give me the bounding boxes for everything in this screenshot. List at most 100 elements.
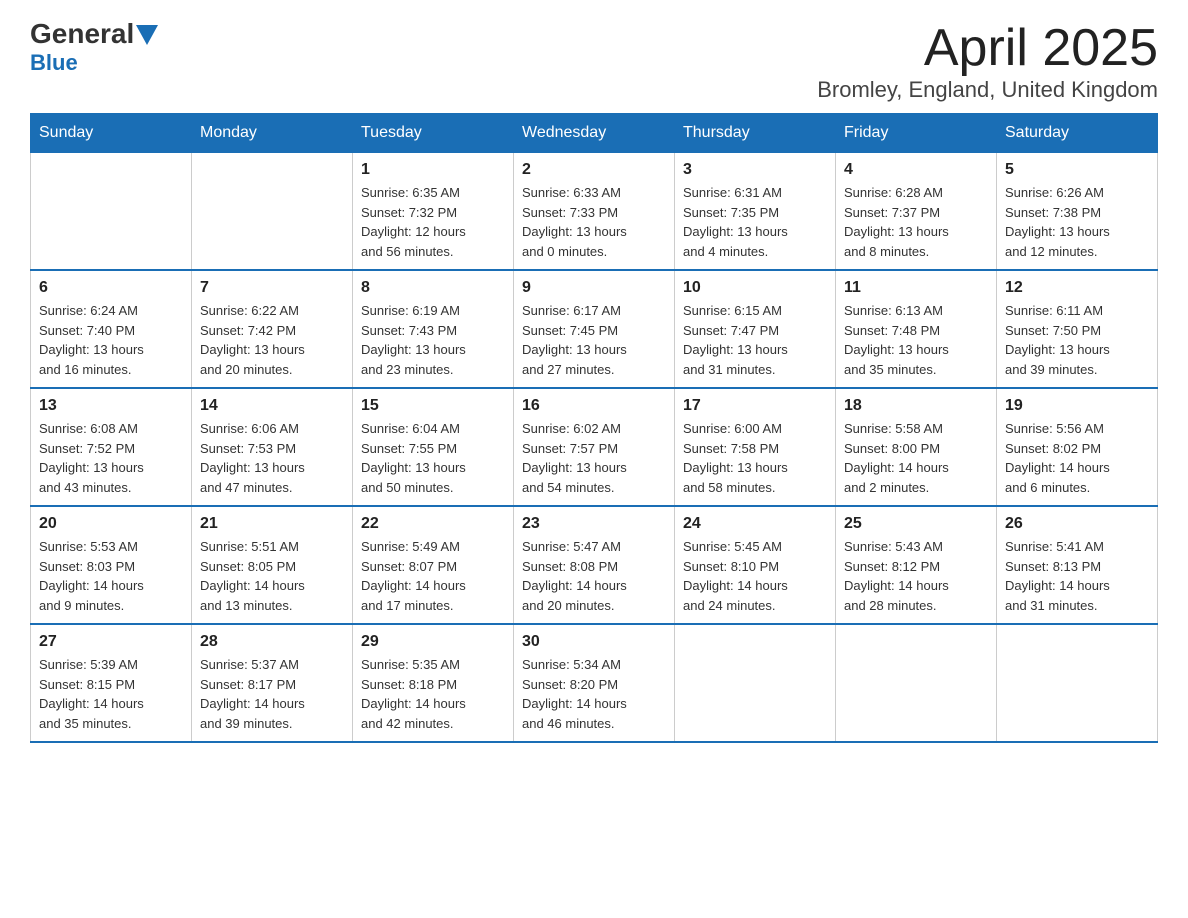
day-number: 27	[39, 633, 183, 651]
calendar-cell: 26 Sunrise: 5:41 AM Sunset: 8:13 PM Dayli…	[997, 506, 1158, 624]
day-number: 26	[1005, 515, 1149, 533]
day-info: Sunrise: 6:33 AM Sunset: 7:33 PM Dayligh…	[522, 183, 666, 261]
day-info: Sunrise: 5:58 AM Sunset: 8:00 PM Dayligh…	[844, 419, 988, 497]
calendar-cell: 12 Sunrise: 6:11 AM Sunset: 7:50 PM Dayli…	[997, 270, 1158, 388]
day-number: 5	[1005, 161, 1149, 179]
title-block: April 2025 Bromley, England, United King…	[817, 20, 1158, 103]
day-number: 10	[683, 279, 827, 297]
day-number: 21	[200, 515, 344, 533]
logo-triangle-icon	[136, 25, 158, 47]
day-number: 1	[361, 161, 505, 179]
day-number: 18	[844, 397, 988, 415]
day-info: Sunrise: 6:02 AM Sunset: 7:57 PM Dayligh…	[522, 419, 666, 497]
day-info: Sunrise: 5:41 AM Sunset: 8:13 PM Dayligh…	[1005, 537, 1149, 615]
day-info: Sunrise: 5:43 AM Sunset: 8:12 PM Dayligh…	[844, 537, 988, 615]
calendar-cell: 7 Sunrise: 6:22 AM Sunset: 7:42 PM Daylig…	[192, 270, 353, 388]
day-number: 12	[1005, 279, 1149, 297]
calendar-header: SundayMondayTuesdayWednesdayThursdayFrid…	[31, 114, 1158, 153]
calendar-cell: 15 Sunrise: 6:04 AM Sunset: 7:55 PM Dayli…	[353, 388, 514, 506]
calendar-cell: 13 Sunrise: 6:08 AM Sunset: 7:52 PM Dayli…	[31, 388, 192, 506]
day-number: 11	[844, 279, 988, 297]
day-info: Sunrise: 6:08 AM Sunset: 7:52 PM Dayligh…	[39, 419, 183, 497]
day-info: Sunrise: 6:35 AM Sunset: 7:32 PM Dayligh…	[361, 183, 505, 261]
day-info: Sunrise: 5:51 AM Sunset: 8:05 PM Dayligh…	[200, 537, 344, 615]
header-cell-friday: Friday	[836, 114, 997, 153]
calendar-cell: 21 Sunrise: 5:51 AM Sunset: 8:05 PM Dayli…	[192, 506, 353, 624]
day-info: Sunrise: 6:04 AM Sunset: 7:55 PM Dayligh…	[361, 419, 505, 497]
day-number: 17	[683, 397, 827, 415]
day-info: Sunrise: 5:47 AM Sunset: 8:08 PM Dayligh…	[522, 537, 666, 615]
day-info: Sunrise: 6:22 AM Sunset: 7:42 PM Dayligh…	[200, 301, 344, 379]
calendar-cell: 24Sunrise: 5:45 AM Sunset: 8:10 PM Dayli…	[675, 506, 836, 624]
day-number: 25	[844, 515, 988, 533]
day-info: Sunrise: 5:53 AM Sunset: 8:03 PM Dayligh…	[39, 537, 183, 615]
day-info: Sunrise: 6:00 AM Sunset: 7:58 PM Dayligh…	[683, 419, 827, 497]
calendar-cell	[675, 624, 836, 742]
calendar-cell: 18 Sunrise: 5:58 AM Sunset: 8:00 PM Dayli…	[836, 388, 997, 506]
day-info: Sunrise: 5:49 AM Sunset: 8:07 PM Dayligh…	[361, 537, 505, 615]
day-info: Sunrise: 6:26 AM Sunset: 7:38 PM Dayligh…	[1005, 183, 1149, 261]
calendar-cell: 4 Sunrise: 6:28 AM Sunset: 7:37 PM Daylig…	[836, 153, 997, 271]
day-number: 4	[844, 161, 988, 179]
header-cell-tuesday: Tuesday	[353, 114, 514, 153]
page-title: April 2025	[817, 20, 1158, 77]
calendar-cell	[997, 624, 1158, 742]
day-number: 13	[39, 397, 183, 415]
week-row-3: 13 Sunrise: 6:08 AM Sunset: 7:52 PM Dayli…	[31, 388, 1158, 506]
day-info: Sunrise: 6:06 AM Sunset: 7:53 PM Dayligh…	[200, 419, 344, 497]
day-number: 30	[522, 633, 666, 651]
calendar-body: 1 Sunrise: 6:35 AM Sunset: 7:32 PM Daylig…	[31, 153, 1158, 743]
calendar-cell: 30 Sunrise: 5:34 AM Sunset: 8:20 PM Dayli…	[514, 624, 675, 742]
calendar-cell: 2Sunrise: 6:33 AM Sunset: 7:33 PM Daylig…	[514, 153, 675, 271]
calendar-cell: 1 Sunrise: 6:35 AM Sunset: 7:32 PM Daylig…	[353, 153, 514, 271]
day-info: Sunrise: 5:37 AM Sunset: 8:17 PM Dayligh…	[200, 655, 344, 733]
day-info: Sunrise: 6:31 AM Sunset: 7:35 PM Dayligh…	[683, 183, 827, 261]
logo: General Blue	[30, 20, 158, 76]
week-row-1: 1 Sunrise: 6:35 AM Sunset: 7:32 PM Daylig…	[31, 153, 1158, 271]
day-number: 19	[1005, 397, 1149, 415]
day-info: Sunrise: 6:28 AM Sunset: 7:37 PM Dayligh…	[844, 183, 988, 261]
day-info: Sunrise: 6:17 AM Sunset: 7:45 PM Dayligh…	[522, 301, 666, 379]
day-number: 29	[361, 633, 505, 651]
day-number: 9	[522, 279, 666, 297]
day-info: Sunrise: 6:24 AM Sunset: 7:40 PM Dayligh…	[39, 301, 183, 379]
calendar-cell: 5 Sunrise: 6:26 AM Sunset: 7:38 PM Daylig…	[997, 153, 1158, 271]
day-number: 15	[361, 397, 505, 415]
header-cell-wednesday: Wednesday	[514, 114, 675, 153]
day-number: 8	[361, 279, 505, 297]
calendar-cell: 16Sunrise: 6:02 AM Sunset: 7:57 PM Dayli…	[514, 388, 675, 506]
calendar-cell	[192, 153, 353, 271]
calendar-cell: 10 Sunrise: 6:15 AM Sunset: 7:47 PM Dayli…	[675, 270, 836, 388]
calendar-cell	[31, 153, 192, 271]
header-cell-monday: Monday	[192, 114, 353, 153]
week-row-5: 27Sunrise: 5:39 AM Sunset: 8:15 PM Dayli…	[31, 624, 1158, 742]
day-info: Sunrise: 6:19 AM Sunset: 7:43 PM Dayligh…	[361, 301, 505, 379]
header-cell-saturday: Saturday	[997, 114, 1158, 153]
day-number: 20	[39, 515, 183, 533]
logo-line1: General	[30, 20, 158, 48]
calendar-cell: 28 Sunrise: 5:37 AM Sunset: 8:17 PM Dayli…	[192, 624, 353, 742]
day-number: 6	[39, 279, 183, 297]
day-number: 14	[200, 397, 344, 415]
calendar-cell: 14 Sunrise: 6:06 AM Sunset: 7:53 PM Dayli…	[192, 388, 353, 506]
calendar-cell: 20 Sunrise: 5:53 AM Sunset: 8:03 PM Dayli…	[31, 506, 192, 624]
calendar-cell: 6 Sunrise: 6:24 AM Sunset: 7:40 PM Daylig…	[31, 270, 192, 388]
header-cell-thursday: Thursday	[675, 114, 836, 153]
calendar-cell: 17 Sunrise: 6:00 AM Sunset: 7:58 PM Dayli…	[675, 388, 836, 506]
day-info: Sunrise: 5:45 AM Sunset: 8:10 PM Dayligh…	[683, 537, 827, 615]
calendar-cell: 3Sunrise: 6:31 AM Sunset: 7:35 PM Daylig…	[675, 153, 836, 271]
header-cell-sunday: Sunday	[31, 114, 192, 153]
day-number: 7	[200, 279, 344, 297]
calendar-cell: 19Sunrise: 5:56 AM Sunset: 8:02 PM Dayli…	[997, 388, 1158, 506]
week-row-2: 6 Sunrise: 6:24 AM Sunset: 7:40 PM Daylig…	[31, 270, 1158, 388]
day-info: Sunrise: 6:15 AM Sunset: 7:47 PM Dayligh…	[683, 301, 827, 379]
page-header: General Blue April 2025 Bromley, England…	[30, 20, 1158, 103]
day-number: 28	[200, 633, 344, 651]
logo-line2: Blue	[30, 50, 78, 76]
week-row-4: 20 Sunrise: 5:53 AM Sunset: 8:03 PM Dayli…	[31, 506, 1158, 624]
day-info: Sunrise: 6:11 AM Sunset: 7:50 PM Dayligh…	[1005, 301, 1149, 379]
day-number: 23	[522, 515, 666, 533]
day-info: Sunrise: 5:34 AM Sunset: 8:20 PM Dayligh…	[522, 655, 666, 733]
calendar-cell: 9 Sunrise: 6:17 AM Sunset: 7:45 PM Daylig…	[514, 270, 675, 388]
page-subtitle: Bromley, England, United Kingdom	[817, 77, 1158, 103]
